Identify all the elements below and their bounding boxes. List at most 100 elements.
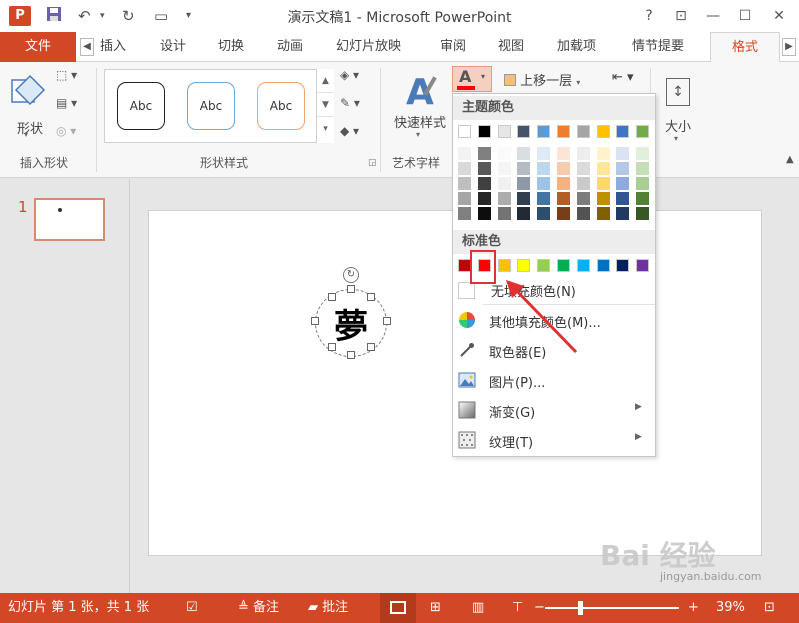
theme-shade-swatch[interactable]: [636, 207, 650, 220]
theme-shade-swatch[interactable]: [596, 207, 610, 220]
theme-shade-swatch[interactable]: [557, 192, 570, 205]
theme-shade-swatch[interactable]: [596, 177, 610, 190]
spelling-check-icon[interactable]: ☑: [186, 599, 198, 617]
shapes-button[interactable]: 形状: [8, 70, 52, 140]
theme-shade-swatch[interactable]: [497, 162, 511, 175]
theme-shade-swatch[interactable]: [497, 177, 511, 190]
zoom-level[interactable]: 39%: [716, 599, 745, 617]
theme-shade-swatch[interactable]: [576, 207, 590, 220]
tab-addins[interactable]: 加载项: [557, 32, 596, 62]
theme-shade-swatch[interactable]: [497, 192, 511, 205]
tab-storyboarding[interactable]: 情节提要: [632, 32, 684, 62]
theme-shade-swatch[interactable]: [537, 207, 551, 220]
theme-color-swatch[interactable]: [636, 125, 650, 138]
theme-shade-swatch[interactable]: [557, 147, 570, 160]
picture-fill-item[interactable]: 图片(P)...: [453, 366, 655, 394]
zoom-slider-thumb[interactable]: [578, 601, 583, 615]
theme-color-swatch[interactable]: [497, 125, 511, 138]
theme-shade-swatch[interactable]: [557, 177, 570, 190]
tab-scroll-right-icon[interactable]: ▶: [782, 38, 796, 56]
tab-transitions[interactable]: 切换: [218, 32, 244, 62]
theme-shade-swatch[interactable]: [458, 162, 471, 175]
theme-shade-swatch[interactable]: [576, 147, 590, 160]
theme-shade-swatch[interactable]: [517, 192, 531, 205]
size-button[interactable]: ↕ 大小 ▾: [658, 70, 698, 150]
theme-shade-swatch[interactable]: [517, 162, 531, 175]
theme-shade-swatch[interactable]: [576, 177, 590, 190]
theme-shade-swatch[interactable]: [576, 162, 590, 175]
theme-shade-swatch[interactable]: [517, 177, 531, 190]
reading-view-icon[interactable]: ▥: [472, 599, 484, 617]
minimize-button[interactable]: —: [700, 4, 726, 28]
theme-shade-swatch[interactable]: [596, 147, 610, 160]
theme-color-swatch[interactable]: [537, 125, 551, 138]
standard-color-swatch[interactable]: [557, 259, 570, 272]
resize-handle[interactable]: [347, 351, 355, 359]
fit-slide-icon[interactable]: ⊡: [764, 599, 775, 617]
theme-color-swatch[interactable]: [517, 125, 531, 138]
selected-shape[interactable]: 夢: [311, 285, 391, 359]
text-fill-button[interactable]: A ▾: [452, 66, 492, 92]
zoom-out-icon[interactable]: −: [534, 599, 545, 617]
theme-shade-swatch[interactable]: [616, 207, 630, 220]
shape-effects-icon[interactable]: ◆ ▾: [340, 124, 374, 144]
theme-color-swatch[interactable]: [458, 125, 471, 138]
ribbon-display-button[interactable]: ⊡: [668, 4, 694, 28]
standard-color-swatch[interactable]: [576, 259, 590, 272]
standard-color-swatch[interactable]: [517, 259, 531, 272]
theme-shade-swatch[interactable]: [477, 192, 491, 205]
zoom-in-icon[interactable]: +: [688, 599, 699, 617]
theme-shade-swatch[interactable]: [477, 147, 491, 160]
shape-style-dark[interactable]: Abc: [117, 82, 165, 130]
theme-shade-swatch[interactable]: [458, 207, 471, 220]
standard-color-swatch[interactable]: [596, 259, 610, 272]
normal-view-button[interactable]: [380, 593, 416, 623]
gradient-fill-item[interactable]: 渐变(G) ▶: [453, 396, 655, 424]
rotate-handle-icon[interactable]: ↻: [343, 267, 359, 283]
theme-shade-swatch[interactable]: [497, 207, 511, 220]
slideshow-view-icon[interactable]: ⊤: [512, 599, 523, 617]
theme-shade-swatch[interactable]: [616, 177, 630, 190]
theme-shade-swatch[interactable]: [616, 192, 630, 205]
theme-shade-swatch[interactable]: [636, 147, 650, 160]
standard-color-swatch[interactable]: [537, 259, 551, 272]
comments-button[interactable]: ▰ 批注: [308, 599, 348, 617]
theme-color-swatch[interactable]: [477, 125, 491, 138]
theme-shade-swatch[interactable]: [576, 192, 590, 205]
standard-color-swatch[interactable]: [616, 259, 630, 272]
tab-file[interactable]: 文件: [0, 32, 76, 62]
tab-review[interactable]: 审阅: [440, 32, 466, 62]
gallery-down-icon[interactable]: ▼: [317, 93, 334, 117]
tab-format[interactable]: 格式: [710, 32, 780, 63]
gallery-up-icon[interactable]: ▲: [317, 69, 334, 93]
notes-button[interactable]: ≜ 备注: [238, 599, 279, 617]
theme-shade-swatch[interactable]: [616, 147, 630, 160]
theme-shade-swatch[interactable]: [458, 192, 471, 205]
shapes-dropdown-icon[interactable]: ▾: [24, 130, 28, 139]
shape-style-blue[interactable]: Abc: [187, 82, 235, 130]
theme-shade-swatch[interactable]: [636, 192, 650, 205]
theme-shade-swatch[interactable]: [596, 162, 610, 175]
slide-sorter-icon[interactable]: ⊞: [430, 599, 441, 617]
theme-color-swatch[interactable]: [616, 125, 630, 138]
theme-shade-swatch[interactable]: [458, 177, 471, 190]
shape-fill-icon[interactable]: ◈ ▾: [340, 68, 374, 88]
tab-animations[interactable]: 动画: [277, 32, 303, 62]
collapse-ribbon-icon[interactable]: ▲: [786, 154, 794, 165]
text-fill-dropdown-icon[interactable]: ▾: [481, 72, 485, 81]
gallery-more-icon[interactable]: ▾: [317, 117, 334, 141]
standard-color-swatch[interactable]: [497, 259, 511, 272]
resize-handle[interactable]: [367, 343, 375, 351]
theme-shade-swatch[interactable]: [477, 207, 491, 220]
resize-handle[interactable]: [328, 343, 336, 351]
theme-color-swatch[interactable]: [557, 125, 570, 138]
theme-shade-swatch[interactable]: [477, 177, 491, 190]
merge-shapes-icon[interactable]: ◎ ▾: [56, 124, 90, 144]
tab-slideshow[interactable]: 幻灯片放映: [336, 32, 401, 62]
theme-shade-swatch[interactable]: [477, 162, 491, 175]
theme-shade-swatch[interactable]: [458, 147, 471, 160]
edit-shape-icon[interactable]: ⬚ ▾: [56, 68, 90, 88]
resize-handle[interactable]: [367, 293, 375, 301]
quick-styles-button[interactable]: A 快速样式 ▾: [388, 70, 452, 142]
texture-fill-item[interactable]: 纹理(T) ▶: [453, 426, 655, 454]
